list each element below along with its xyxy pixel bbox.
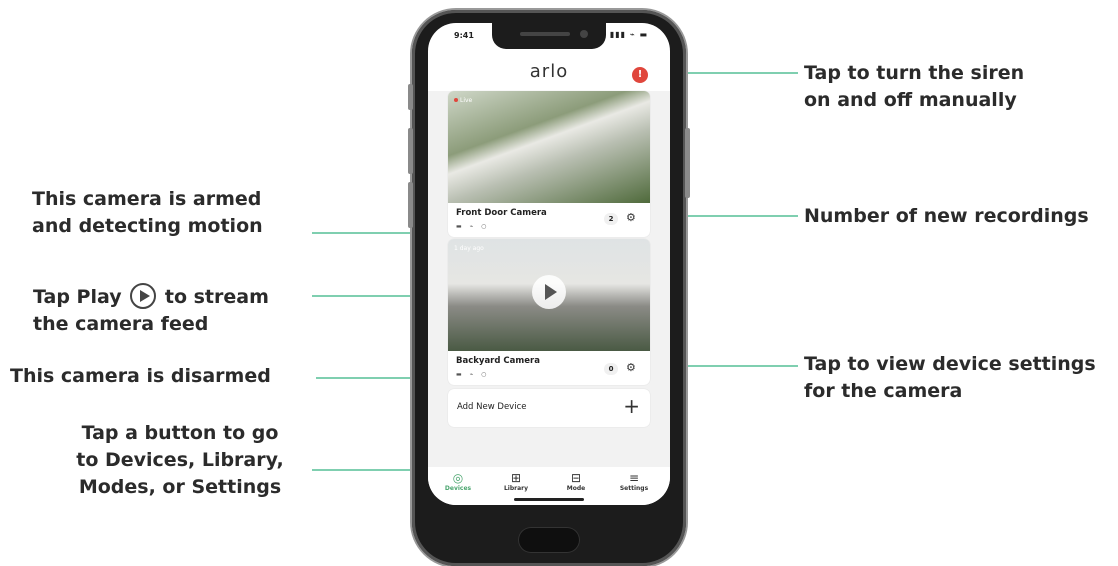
devices-icon: ◎: [452, 471, 464, 485]
settings-icon: ≡: [628, 471, 640, 485]
side-button-volume-down: [408, 182, 413, 228]
add-device-label: Add New Device: [457, 402, 527, 412]
tab-settings[interactable]: ≡ Settings: [614, 471, 654, 492]
live-dot-icon: [454, 98, 458, 102]
speaker: [520, 32, 570, 36]
feed-time-label: 1 day ago: [454, 245, 484, 252]
camera-name: Backyard Camera: [456, 356, 540, 366]
recordings-count-badge[interactable]: 2: [604, 213, 618, 225]
camera-status-icons: ▬ ⌁ ○: [456, 371, 490, 378]
siren-button[interactable]: !: [632, 67, 648, 83]
tab-library[interactable]: ⊞ Library: [496, 471, 536, 492]
library-icon: ⊞: [510, 471, 522, 485]
camera-card-front-door[interactable]: Live Front Door Camera ▬ ⌁ ○ 2 ⚙: [448, 91, 650, 237]
plus-icon: +: [623, 394, 640, 418]
callout-armed: This camera is armed and detecting motio…: [32, 188, 263, 237]
tab-devices[interactable]: ◎ Devices: [438, 471, 478, 492]
camera-status-icons: ▬ ⌁ ○: [456, 223, 490, 230]
status-time: 9:41: [454, 31, 474, 40]
siren-icon: !: [637, 69, 643, 80]
recordings-count-badge[interactable]: 0: [604, 363, 618, 375]
tab-mode[interactable]: ⊟ Mode: [556, 471, 596, 492]
callout-recordings: Number of new recordings: [804, 205, 1089, 227]
mode-icon: ⊟: [570, 471, 582, 485]
play-button[interactable]: [532, 275, 566, 309]
home-indicator: [514, 498, 584, 501]
camera-card-backyard[interactable]: 1 day ago Backyard Camera ▬ ⌁ ○ 0 ⚙: [448, 239, 650, 385]
side-button-power: [685, 128, 690, 198]
tab-label: Mode: [566, 485, 586, 492]
play-icon: [130, 282, 157, 309]
device-list: Live Front Door Camera ▬ ⌁ ○ 2 ⚙ 1 day a…: [428, 91, 670, 467]
camera-settings-gear-icon[interactable]: ⚙: [626, 361, 636, 374]
callout-play: Tap Play to stream the camera feed: [33, 282, 269, 338]
front-camera: [580, 30, 588, 38]
side-button-volume-up: [408, 128, 413, 174]
camera-name: Front Door Camera: [456, 208, 547, 218]
tab-label: Devices: [444, 485, 472, 492]
tab-label: Library: [503, 485, 529, 492]
camera-settings-gear-icon[interactable]: ⚙: [626, 211, 636, 224]
camera-feed-backyard[interactable]: 1 day ago: [448, 239, 650, 351]
add-device-button[interactable]: Add New Device +: [448, 389, 650, 427]
phone-frame: 9:41 ▮▮▮ ⌁ ▬ arlo ! Live Front Door Came…: [408, 10, 690, 566]
callout-siren: Tap to turn the siren on and off manuall…: [804, 62, 1025, 111]
side-button-mute: [408, 84, 413, 110]
callout-tabs: Tap a button to go to Devices, Library, …: [76, 422, 284, 498]
camera-feed-front-door[interactable]: Live: [448, 91, 650, 203]
status-icons: ▮▮▮ ⌁ ▬: [609, 30, 648, 39]
callout-disarmed: This camera is disarmed: [10, 365, 271, 387]
callout-settings: Tap to view device settings for the came…: [804, 353, 1096, 402]
feed-live-label: Live: [460, 97, 473, 104]
notch: [492, 23, 606, 49]
phone-home-button: [518, 527, 580, 553]
tab-label: Settings: [619, 485, 649, 492]
phone-screen: 9:41 ▮▮▮ ⌁ ▬ arlo ! Live Front Door Came…: [428, 23, 670, 505]
